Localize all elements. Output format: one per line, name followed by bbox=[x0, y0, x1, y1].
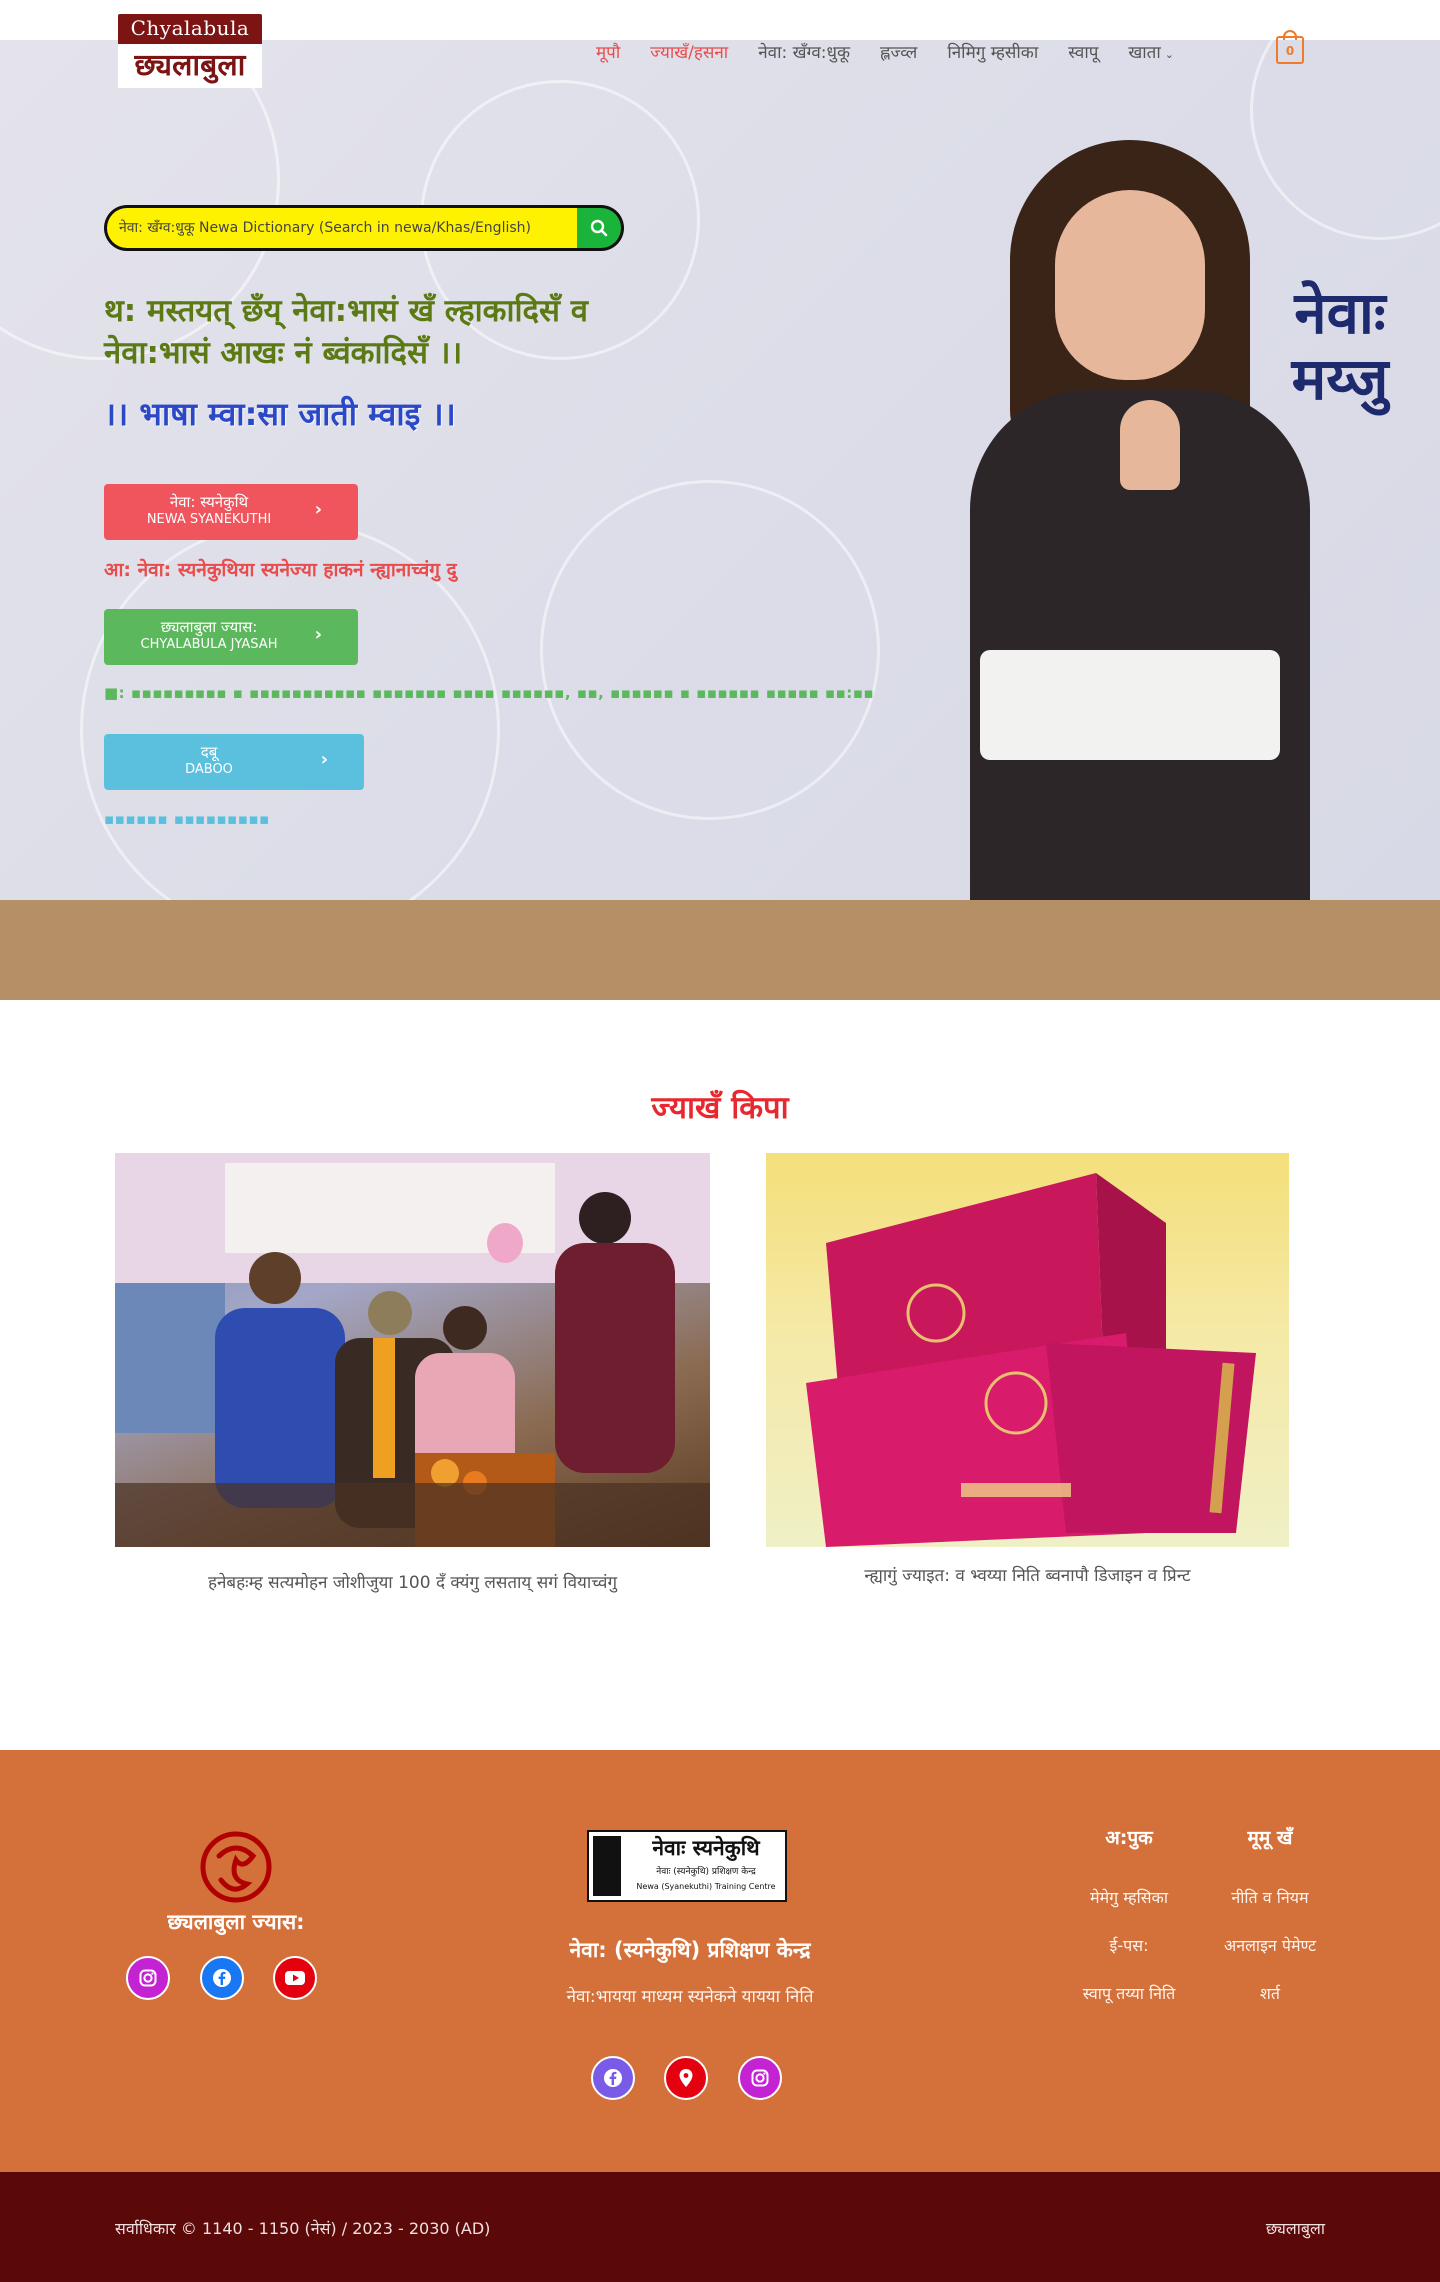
newa-syanekuthi-button[interactable]: नेवा: स्यनेकुथि NEWA SYANEKUTHI › bbox=[104, 484, 358, 540]
cta-label-main: नेवा: स्यनेकुथि bbox=[169, 493, 249, 511]
hero-slogan: ।। भाषा म्वा:सा जाती म्वाइ ।। bbox=[104, 395, 456, 433]
logo-devanagari-text: छ्यलाबुला bbox=[118, 44, 262, 88]
training-logo-line3: Newa (Syanekuthi) Training Centre bbox=[636, 1882, 776, 1891]
jyasah-notice: ■: ▪▪▪▪▪▪▪▪▪ ▪ ▪▪▪▪▪▪▪▪▪▪▪ ▪▪▪▪▪▪▪ ▪▪▪▪ … bbox=[104, 684, 875, 702]
hero-model-image bbox=[890, 130, 1370, 900]
cta-label-main: दबू bbox=[200, 743, 218, 761]
chevron-right-icon: › bbox=[320, 749, 328, 770]
footer-link-terms[interactable]: शर्त bbox=[1190, 1982, 1350, 2004]
cta-label: दबू DABOO bbox=[104, 744, 314, 778]
instagram-icon bbox=[139, 1969, 157, 1987]
location-link[interactable] bbox=[664, 2056, 708, 2100]
footer-link-about[interactable]: मेमेगु म्हसिका bbox=[1049, 1886, 1209, 1908]
instagram-link[interactable] bbox=[126, 1956, 170, 2000]
nav-events[interactable]: ह्लज्व्ल bbox=[880, 40, 917, 63]
chevron-down-icon: ⌄ bbox=[1164, 47, 1174, 61]
cta-label: नेवा: स्यनेकुथि NEWA SYANEKUTHI bbox=[104, 494, 314, 528]
decor-swirl bbox=[540, 480, 880, 820]
facebook-icon bbox=[213, 1969, 231, 1987]
cta-label-sub: NEWA SYANEKUTHI bbox=[146, 512, 272, 527]
footer-col2-title: मूमू खँ bbox=[1247, 1827, 1293, 1849]
featured-title: ज्याखँ किपा bbox=[651, 1090, 789, 1126]
divider-band bbox=[0, 900, 1440, 1000]
footer-mid-title: नेवा: (स्यनेकुथि) प्रशिक्षण केन्द्र bbox=[569, 1938, 811, 1962]
chyalabula-emblem-icon bbox=[200, 1831, 272, 1903]
footer-col1-title: अ:पुक bbox=[1105, 1827, 1153, 1849]
copyright-text: सर्वाधिकार © 1140 - 1150 (नेसं) / 2023 -… bbox=[115, 2219, 491, 2238]
syanekuthi-notice: आ: नेवा: स्यनेकुथिया स्यनेज्या हाकनं न्ह… bbox=[104, 559, 457, 581]
chevron-right-icon: › bbox=[314, 499, 322, 520]
model-belt bbox=[980, 650, 1280, 760]
hero-brand-logo: नेवाः मय्जु bbox=[1291, 279, 1389, 413]
instagram-icon bbox=[751, 2069, 769, 2087]
footer-link-policy[interactable]: नीति व नियम bbox=[1190, 1886, 1350, 1908]
search-button[interactable] bbox=[577, 208, 621, 248]
hero-heading: थ: मस्तयत् छँय् नेवा:भासं खँ ल्हाकादिसँ … bbox=[104, 293, 588, 371]
syanekuthi-training-logo: नेवाः स्यनेकुथि नेवाः (स्यनेकुथि) प्रशिक… bbox=[587, 1830, 787, 1902]
cta-label-main: छ्यलाबुला ज्यास: bbox=[160, 618, 258, 636]
daboo-notice: ▪▪▪▪▪▪ ▪▪▪▪▪▪▪▪▪ bbox=[104, 810, 270, 828]
youtube-link[interactable] bbox=[273, 1956, 317, 2000]
featured-caption: हनेबहःम्ह सत्यमोहन जोशीजुया 100 दँ क्यंग… bbox=[207, 1573, 618, 1593]
dictionary-search bbox=[104, 205, 624, 251]
youtube-icon bbox=[285, 1971, 305, 1985]
featured-photo-celebration[interactable] bbox=[115, 1153, 710, 1547]
main-nav: मूपौ ज्याखँ/हसना नेवा: खँग्व:धुकू ह्लज्व… bbox=[596, 37, 1174, 65]
site-logo[interactable]: Chyalabula छ्यलाबुला bbox=[118, 14, 262, 88]
footer-link-email[interactable]: ई-पस: bbox=[1049, 1934, 1209, 1956]
footer-link-contact[interactable]: स्वापू तय्या निति bbox=[1049, 1982, 1209, 2004]
training-logo-emblem bbox=[593, 1836, 621, 1896]
cta-label: छ्यलाबुला ज्यास: CHYALABULA JYASAH bbox=[104, 619, 314, 653]
nav-home[interactable]: मूपौ bbox=[596, 40, 620, 63]
search-icon bbox=[590, 219, 608, 237]
celebration-photo-illustration bbox=[115, 1153, 710, 1547]
daboo-button[interactable]: दबू DABOO › bbox=[104, 734, 364, 790]
featured-caption: न्ह्यागुं ज्याइत: व भ्वय्या निति ब्वनापौ… bbox=[864, 1566, 1191, 1586]
cart-button[interactable]: 0 bbox=[1276, 36, 1304, 64]
map-pin-icon bbox=[679, 2069, 693, 2087]
bottom-site-name[interactable]: छ्यलाबुला bbox=[1266, 2217, 1325, 2239]
footer-link-online-payment[interactable]: अनलाइन पेमेण्ट bbox=[1190, 1934, 1350, 1956]
instagram-link[interactable] bbox=[738, 2056, 782, 2100]
nav-dictionary[interactable]: नेवा: खँग्व:धुकू bbox=[758, 40, 850, 63]
nav-contact[interactable]: स्वापू bbox=[1068, 40, 1098, 63]
chyalabula-jyasah-button[interactable]: छ्यलाबुला ज्यास: CHYALABULA JYASAH › bbox=[104, 609, 358, 665]
training-logo-line1: नेवाः स्यनेकुथि bbox=[652, 1836, 760, 1860]
facebook-link[interactable] bbox=[591, 2056, 635, 2100]
facebook-icon bbox=[604, 2069, 622, 2087]
chevron-right-icon: › bbox=[314, 624, 322, 645]
cta-label-sub: CHYALABULA JYASAH bbox=[140, 637, 278, 652]
model-hands bbox=[1120, 400, 1180, 490]
featured-photo-invitation-cards[interactable] bbox=[766, 1153, 1289, 1547]
invitation-cards-illustration bbox=[806, 1173, 1256, 1547]
footer-left-title: छ्यलाबुला ज्यास: bbox=[167, 1910, 305, 1934]
nav-projects[interactable]: ज्याखँ/हसना bbox=[650, 40, 728, 63]
training-logo-line2: नेवाः (स्यनेकुथि) प्रशिक्षण केन्द्र bbox=[656, 1867, 756, 1877]
nav-account-label: खाता bbox=[1128, 42, 1161, 63]
nav-about[interactable]: निमिगु म्हसीका bbox=[947, 40, 1038, 63]
search-input[interactable] bbox=[107, 208, 577, 248]
facebook-link[interactable] bbox=[200, 1956, 244, 2000]
nav-account[interactable]: खाता ⌄ bbox=[1128, 40, 1174, 63]
cta-label-sub: DABOO bbox=[185, 762, 233, 777]
footer-mid-subtitle: नेवा:भायया माध्यम स्यनेकने यायया निति bbox=[566, 1987, 814, 2007]
model-face bbox=[1055, 190, 1205, 380]
logo-latin-text: Chyalabula bbox=[130, 16, 250, 40]
